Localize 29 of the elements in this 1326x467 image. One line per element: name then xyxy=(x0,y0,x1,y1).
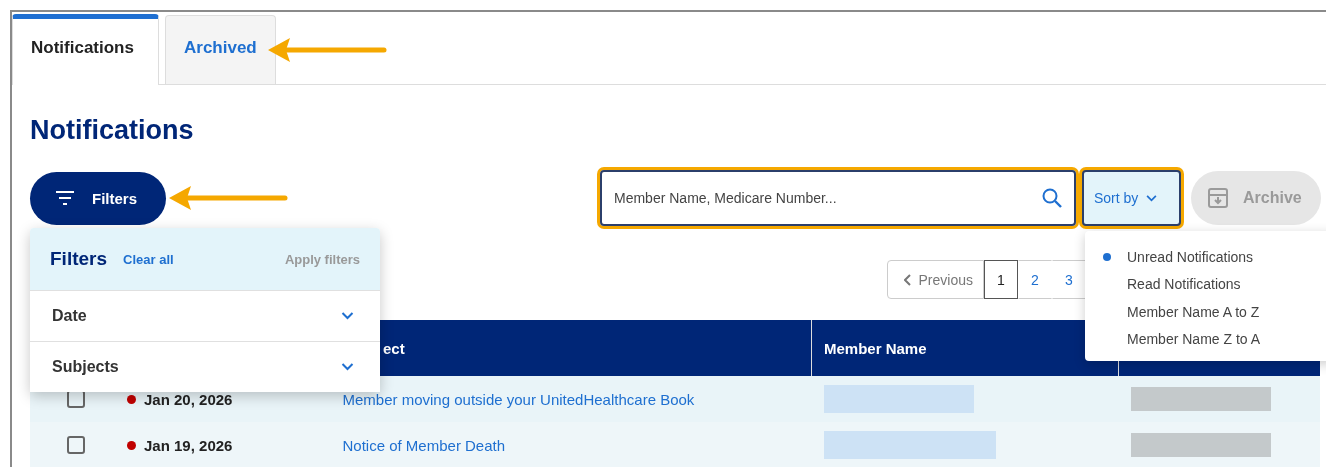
filter-icon xyxy=(56,191,74,205)
sort-button[interactable]: Sort by xyxy=(1082,170,1181,226)
page-button[interactable]: 2 xyxy=(1018,260,1052,299)
date-text: Jan 19, 2026 xyxy=(144,436,233,454)
column-header: ect xyxy=(383,339,405,357)
page-button[interactable]: 1 xyxy=(984,260,1018,299)
archive-box-icon xyxy=(1207,187,1229,209)
page-button[interactable]: 3 xyxy=(1052,260,1086,299)
chevron-down-icon xyxy=(1146,194,1158,202)
tab[interactable]: Notifications xyxy=(12,14,159,85)
panel-title: Filters xyxy=(50,248,108,270)
sort-option[interactable]: Read Notifications xyxy=(1085,270,1326,298)
subject-link[interactable]: Notice of Member Death xyxy=(342,436,506,454)
filter-section[interactable]: Subjects xyxy=(30,341,380,392)
filter-section[interactable]: Date xyxy=(30,290,380,341)
sort-option[interactable]: Member Name Z to A xyxy=(1085,325,1326,353)
date-text: Jan 20, 2026 xyxy=(144,390,233,408)
page-heading: Notifications xyxy=(30,115,195,146)
search-icon[interactable] xyxy=(1042,188,1062,208)
tab[interactable]: Archived xyxy=(165,15,276,84)
chevron-left-icon xyxy=(903,273,911,286)
sort-option[interactable]: Member Name A to Z xyxy=(1085,298,1326,326)
search-field[interactable]: Member Name, Medicare Number... xyxy=(600,170,1076,226)
clear-all-link[interactable]: Clear all xyxy=(123,251,174,267)
row-checkbox[interactable] xyxy=(67,436,85,454)
column-header: Member Name xyxy=(824,339,927,357)
filters-button[interactable]: Filters xyxy=(30,171,166,225)
previous-button[interactable]: Previous xyxy=(886,260,984,299)
sort-option[interactable]: Unread Notifications xyxy=(1085,243,1326,271)
